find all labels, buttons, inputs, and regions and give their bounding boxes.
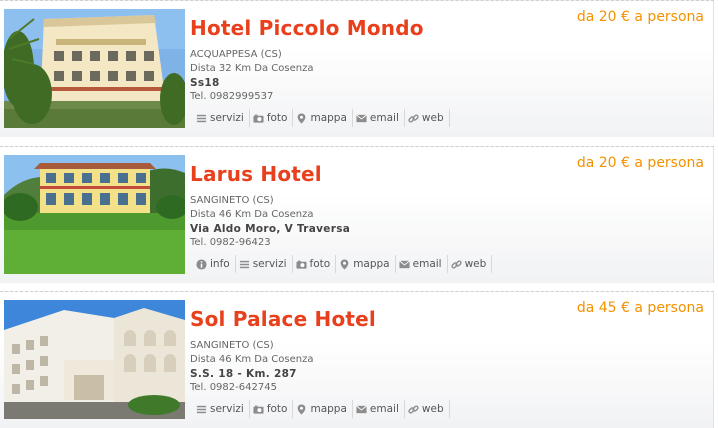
mappa-label: mappa bbox=[310, 112, 347, 124]
email-button[interactable]: email bbox=[353, 109, 405, 127]
foto-button[interactable]: foto bbox=[250, 400, 294, 418]
web-button[interactable]: web bbox=[405, 109, 450, 127]
hotel-distance: Dista 46 Km Da Cosenza bbox=[190, 209, 314, 220]
mappa-label: mappa bbox=[310, 403, 347, 415]
hotel-photo[interactable] bbox=[4, 155, 185, 274]
hotel-info: ACQUAPPESA (CS) Dista 32 Km Da Cosenza S… bbox=[190, 48, 313, 104]
info-icon bbox=[196, 258, 207, 270]
email-label: email bbox=[412, 258, 442, 270]
map-pin-icon bbox=[298, 112, 306, 124]
servizi-label: servizi bbox=[210, 403, 244, 415]
camera-icon bbox=[253, 114, 264, 123]
hotel-listing: Sol Palace Hotel da 45 € a persona SANGI… bbox=[0, 291, 714, 428]
servizi-label: servizi bbox=[210, 112, 244, 124]
hotel-photo[interactable] bbox=[4, 300, 185, 419]
email-button[interactable]: email bbox=[396, 255, 448, 273]
email-button[interactable]: email bbox=[353, 400, 405, 418]
email-label: email bbox=[369, 403, 399, 415]
web-button[interactable]: web bbox=[405, 400, 450, 418]
hotel-address: S.S. 18 - Km. 287 bbox=[190, 368, 297, 380]
mappa-button[interactable]: mappa bbox=[336, 255, 396, 273]
foto-button[interactable]: foto bbox=[250, 109, 294, 127]
price-label: da 45 € a persona bbox=[576, 300, 704, 316]
servizi-button[interactable]: servizi bbox=[193, 109, 250, 127]
web-label: web bbox=[464, 258, 487, 270]
hotel-phone: Tel. 0982-642745 bbox=[190, 382, 277, 393]
hotel-address: Via Aldo Moro, V Traversa bbox=[190, 223, 351, 235]
hotel-listing: Larus Hotel da 20 € a persona SANGINETO … bbox=[0, 146, 714, 283]
price-label: da 20 € a persona bbox=[576, 155, 704, 171]
hotel-name[interactable]: Sol Palace Hotel bbox=[190, 307, 376, 331]
mappa-button[interactable]: mappa bbox=[293, 400, 353, 418]
hotel-location: SANGINETO (CS) bbox=[190, 195, 274, 206]
hotel-info: SANGINETO (CS) Dista 46 Km Da Cosenza S.… bbox=[190, 339, 313, 395]
mappa-button[interactable]: mappa bbox=[293, 109, 353, 127]
hotel-distance: Dista 46 Km Da Cosenza bbox=[190, 354, 314, 365]
link-icon bbox=[450, 259, 462, 269]
hotel-phone: Tel. 0982999537 bbox=[190, 91, 274, 102]
map-pin-icon bbox=[298, 403, 306, 415]
hotel-listing: Hotel Piccolo Mondo da 20 € a persona AC… bbox=[0, 0, 714, 137]
list-icon bbox=[239, 260, 249, 268]
info-button[interactable]: info bbox=[193, 255, 236, 273]
camera-icon bbox=[253, 405, 264, 414]
hotel-name[interactable]: Hotel Piccolo Mondo bbox=[190, 16, 424, 40]
hotel-location: ACQUAPPESA (CS) bbox=[190, 49, 282, 60]
hotel-photo[interactable] bbox=[4, 9, 185, 128]
servizi-button[interactable]: servizi bbox=[236, 255, 293, 273]
hotel-location: SANGINETO (CS) bbox=[190, 340, 274, 351]
foto-button[interactable]: foto bbox=[293, 255, 337, 273]
hotel-name[interactable]: Larus Hotel bbox=[190, 162, 322, 186]
link-icon bbox=[408, 404, 419, 414]
servizi-label: servizi bbox=[252, 258, 287, 270]
action-bar: servizi foto mappa email web bbox=[193, 109, 450, 129]
camera-icon bbox=[295, 260, 307, 269]
action-bar: servizi foto mappa email web bbox=[193, 400, 450, 420]
foto-label: foto bbox=[266, 112, 288, 124]
link-icon bbox=[408, 113, 419, 123]
foto-label: foto bbox=[266, 403, 288, 415]
hotel-info: SANGINETO (CS) Dista 46 Km Da Cosenza Vi… bbox=[190, 194, 350, 250]
map-pin-icon bbox=[340, 258, 349, 270]
price-label: da 20 € a persona bbox=[576, 9, 704, 25]
envelope-icon bbox=[356, 113, 367, 122]
mappa-label: mappa bbox=[353, 258, 390, 270]
web-label: web bbox=[421, 112, 444, 124]
hotel-phone: Tel. 0982-96423 bbox=[190, 237, 271, 248]
envelope-icon bbox=[398, 259, 410, 268]
action-bar: info servizi foto mappa email web bbox=[193, 255, 493, 275]
list-icon bbox=[196, 114, 207, 122]
foto-label: foto bbox=[309, 258, 331, 270]
servizi-button[interactable]: servizi bbox=[193, 400, 250, 418]
email-label: email bbox=[369, 112, 399, 124]
web-label: web bbox=[421, 403, 444, 415]
hotel-address: Ss18 bbox=[190, 77, 220, 89]
web-button[interactable]: web bbox=[448, 255, 493, 273]
envelope-icon bbox=[356, 404, 367, 413]
list-icon bbox=[196, 405, 207, 413]
hotel-distance: Dista 32 Km Da Cosenza bbox=[190, 63, 314, 74]
info-label: info bbox=[210, 258, 230, 270]
